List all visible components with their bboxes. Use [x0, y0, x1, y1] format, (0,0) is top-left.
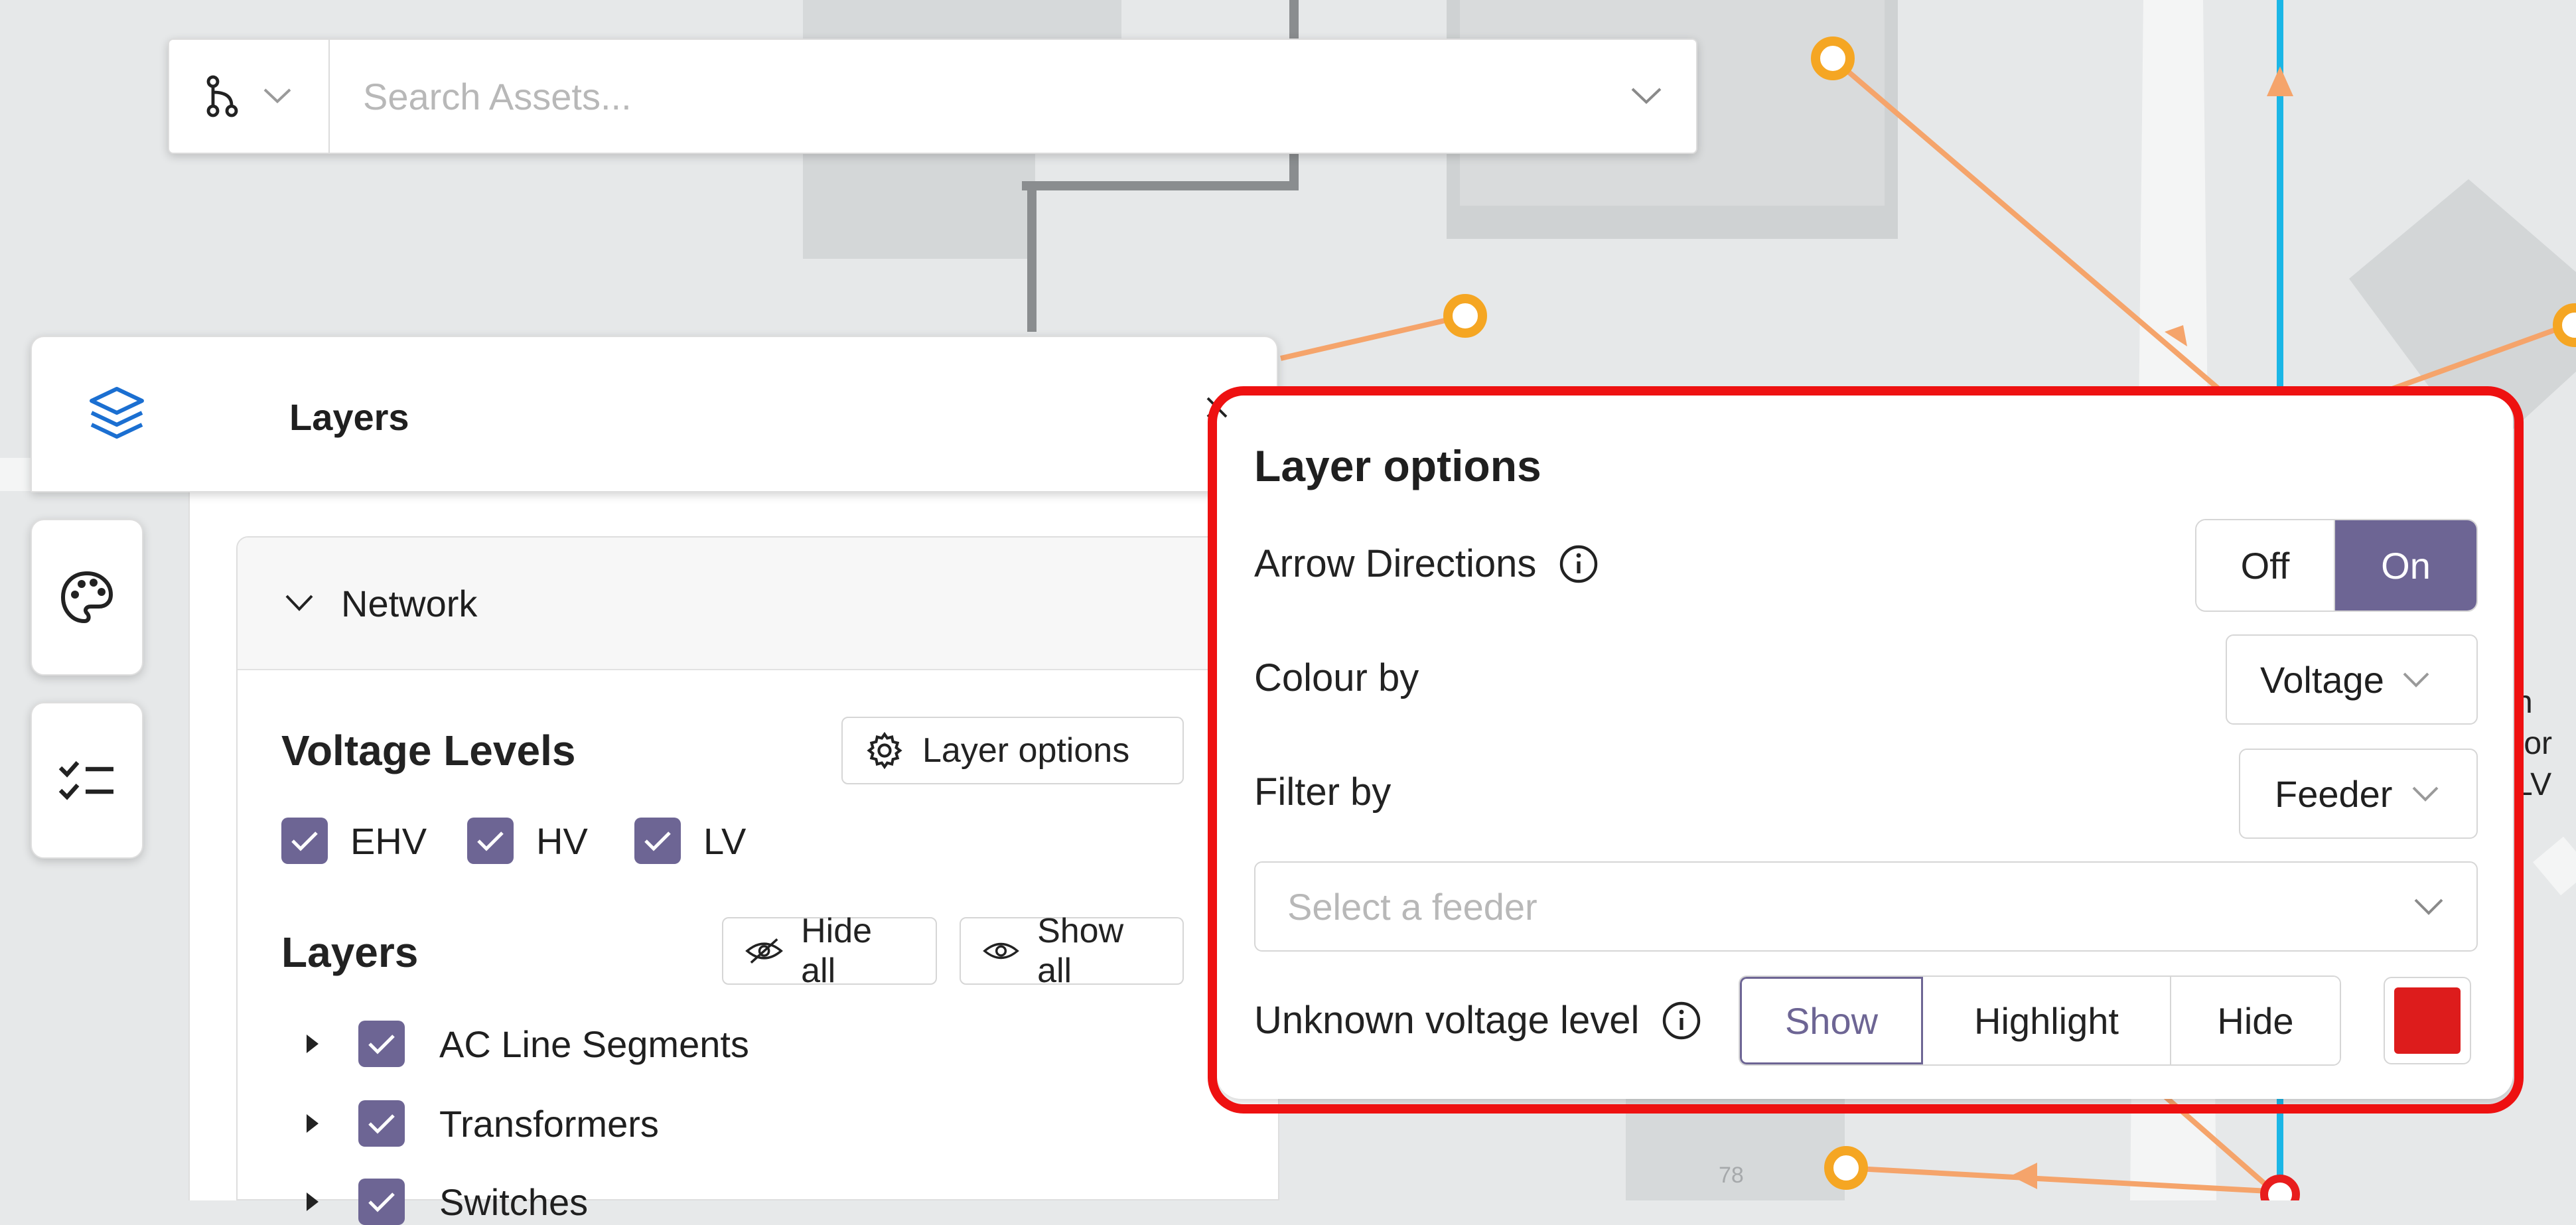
chevron-down-icon	[263, 88, 291, 104]
colour-by-select[interactable]: Voltage	[2226, 634, 2478, 725]
layer-item-label: Switches	[439, 1181, 589, 1223]
chevron-down-icon	[2413, 786, 2439, 802]
palette-button[interactable]	[31, 519, 143, 676]
chevron-down-icon	[285, 595, 313, 611]
layer-item-switches[interactable]: Switches	[307, 1179, 588, 1225]
check-icon	[291, 831, 318, 851]
layer-item-ac-line-segments[interactable]: AC Line Segments	[307, 1021, 749, 1067]
checkbox[interactable]	[358, 1021, 405, 1067]
chevron-down-icon	[1631, 88, 1662, 104]
unknown-voltage-show[interactable]: Show	[1740, 977, 1923, 1064]
eye-icon	[983, 942, 1019, 960]
layers-icon[interactable]	[86, 384, 147, 445]
network-section-header[interactable]: Network	[238, 538, 1278, 670]
search-dropdown-toggle[interactable]	[1623, 86, 1670, 106]
chevron-down-icon	[2403, 672, 2429, 687]
checkbox[interactable]	[281, 818, 328, 864]
info-icon[interactable]	[1559, 544, 1599, 584]
layers-panel-title: Layers	[289, 396, 409, 438]
voltage-checkbox-hv[interactable]: HV	[467, 818, 588, 864]
voltage-label: HV	[536, 820, 588, 862]
map-node[interactable]	[1824, 1146, 1868, 1190]
layer-item-label: AC Line Segments	[439, 1023, 749, 1065]
feeder-select-placeholder: Select a feeder	[1287, 885, 1538, 928]
map-label-part: tor	[2515, 726, 2552, 761]
map-node[interactable]	[1811, 36, 1855, 80]
arrow-directions-on[interactable]: On	[2335, 520, 2476, 611]
expand-caret-icon[interactable]	[307, 1035, 319, 1053]
filter-by-value: Feeder	[2275, 772, 2393, 815]
close-icon[interactable]	[1202, 393, 1232, 422]
chevron-down-icon	[2414, 899, 2443, 915]
check-icon	[644, 831, 671, 851]
voltage-label: EHV	[350, 820, 427, 862]
layer-options-button[interactable]: Layer options	[841, 717, 1184, 784]
layer-options-button-label: Layer options	[922, 731, 1130, 770]
map-label-part: LV	[2515, 767, 2551, 802]
checkbox[interactable]	[467, 818, 514, 864]
expand-caret-icon[interactable]	[307, 1192, 319, 1211]
asset-search-bar	[168, 38, 1697, 154]
voltage-checkbox-ehv[interactable]: EHV	[281, 818, 427, 864]
layers-section-title: Layers	[281, 928, 419, 976]
map-node[interactable]	[1443, 294, 1487, 338]
show-all-label: Show all	[1037, 912, 1124, 990]
unknown-voltage-hide[interactable]: Hide	[2171, 977, 2340, 1064]
filter-by-label: Filter by	[1254, 770, 1391, 814]
filter-by-text: Filter by	[1254, 770, 1392, 814]
unknown-voltage-color-picker[interactable]	[2384, 977, 2471, 1064]
branch-icon	[206, 75, 238, 117]
colour-by-value: Voltage	[2260, 658, 2384, 701]
layer-item-label: Transformers	[439, 1102, 659, 1145]
colour-by-text: Colour by	[1254, 656, 1419, 699]
check-icon	[368, 1114, 395, 1134]
show-all-button[interactable]: Show all	[960, 912, 1184, 990]
arrow-directions-toggle: Off On	[2195, 519, 2478, 612]
unknown-voltage-toggle: Show Highlight Hide	[1739, 975, 2341, 1066]
arrow-directions-text: Arrow Directions	[1254, 542, 1537, 585]
arrow-directions-off[interactable]: Off	[2196, 520, 2336, 611]
map-node-red[interactable]	[2260, 1175, 2300, 1200]
eye-off-icon	[745, 938, 783, 964]
check-icon	[477, 831, 504, 851]
color-swatch	[2394, 987, 2461, 1054]
filter-by-select[interactable]: Feeder	[2239, 749, 2478, 839]
palette-icon	[60, 571, 113, 624]
unknown-voltage-highlight[interactable]: Highlight	[1923, 977, 2171, 1064]
check-icon	[368, 1192, 395, 1212]
layer-options-title: Layer options	[1254, 441, 1541, 490]
search-scope-dropdown[interactable]	[169, 40, 330, 153]
map-node[interactable]	[2553, 303, 2576, 347]
map-label-part: h	[2515, 685, 2533, 720]
gear-icon	[867, 731, 902, 770]
voltage-checkbox-lv[interactable]: LV	[634, 818, 746, 864]
checkbox[interactable]	[634, 818, 681, 864]
layer-item-transformers[interactable]: Transformers	[307, 1100, 659, 1147]
check-icon	[368, 1035, 395, 1054]
checkbox[interactable]	[358, 1100, 405, 1147]
voltage-label: LV	[703, 820, 747, 862]
map-road-number: 78	[1719, 1163, 1744, 1188]
checkbox[interactable]	[358, 1179, 405, 1225]
hide-all-button[interactable]: Hide all	[722, 912, 937, 990]
voltage-levels-title: Voltage Levels	[281, 727, 576, 774]
layers-panel-header: Layers	[31, 336, 1278, 492]
unknown-voltage-text: Unknown voltage level	[1254, 999, 1640, 1042]
unknown-voltage-label: Unknown voltage level	[1254, 998, 1701, 1043]
checklist-icon	[58, 760, 113, 800]
network-section-label: Network	[341, 582, 478, 624]
checklist-button[interactable]	[31, 702, 143, 859]
search-input[interactable]	[330, 74, 1623, 119]
colour-by-label: Colour by	[1254, 656, 1419, 700]
hide-all-label: Hide all	[801, 912, 873, 990]
feeder-select[interactable]: Select a feeder	[1254, 861, 2478, 952]
arrow-directions-label: Arrow Directions	[1254, 541, 1599, 586]
expand-caret-icon[interactable]	[307, 1114, 319, 1133]
info-icon[interactable]	[1662, 1001, 1701, 1041]
